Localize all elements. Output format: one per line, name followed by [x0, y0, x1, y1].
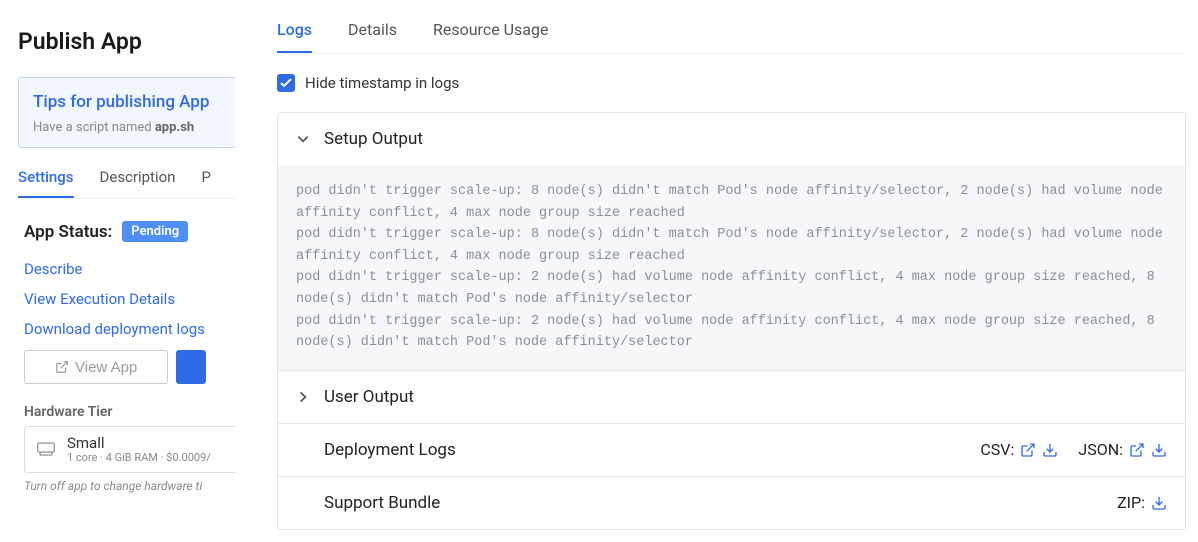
user-output-header[interactable]: User Output — [278, 371, 1185, 423]
section-user-output: User Output — [278, 371, 1185, 424]
tips-title: Tips for publishing App — [33, 92, 223, 112]
support-downloads: ZIP: — [1103, 493, 1167, 512]
support-bundle-title: Support Bundle — [324, 493, 440, 513]
hide-timestamp-row: Hide timestamp in logs — [277, 74, 1186, 92]
logs-panel: Setup Output pod didn't trigger scale-up… — [277, 112, 1186, 530]
zip-label: ZIP: — [1117, 493, 1145, 512]
hardware-tier-box[interactable]: Small 1 core · 4 GiB RAM · $0.0009/ — [24, 426, 235, 473]
check-icon — [280, 78, 292, 88]
sidebar-tabs: Settings Description P — [18, 168, 235, 199]
section-deployment-logs: Deployment Logs CSV: JSON: — [278, 424, 1185, 477]
setup-output-title: Setup Output — [324, 129, 423, 149]
link-download-logs[interactable]: Download deployment logs — [24, 320, 235, 338]
tab-description[interactable]: Description — [100, 168, 176, 198]
hardware-name: Small — [67, 435, 211, 452]
csv-label: CSV: — [980, 440, 1014, 459]
json-label: JSON: — [1078, 440, 1123, 459]
link-describe[interactable]: Describe — [24, 260, 235, 278]
page-title: Publish App — [18, 28, 235, 55]
link-execution-details[interactable]: View Execution Details — [24, 290, 235, 308]
tips-box: Tips for publishing App Have a script na… — [18, 77, 235, 148]
deployment-downloads: CSV: JSON: — [966, 440, 1167, 459]
support-bundle-row: Support Bundle ZIP: — [278, 477, 1185, 529]
external-link-icon — [55, 360, 69, 374]
hardware-tier-label: Hardware Tier — [24, 404, 235, 420]
tab-resource-usage[interactable]: Resource Usage — [433, 20, 548, 53]
chevron-right-icon — [296, 390, 310, 404]
setup-output-log: pod didn't trigger scale-up: 8 node(s) d… — [278, 165, 1185, 370]
chevron-down-icon — [296, 132, 310, 146]
json-download-icon[interactable] — [1151, 442, 1167, 458]
main-content: Logs Details Resource Usage Hide timesta… — [235, 0, 1198, 542]
main-tabs: Logs Details Resource Usage — [277, 20, 1186, 54]
deployment-logs-title: Deployment Logs — [324, 440, 456, 460]
tab-settings[interactable]: Settings — [18, 168, 74, 198]
section-support-bundle: Support Bundle ZIP: — [278, 477, 1185, 529]
deployment-logs-row: Deployment Logs CSV: JSON: — [278, 424, 1185, 476]
hardware-spec: 1 core · 4 GiB RAM · $0.0009/ — [67, 452, 211, 464]
app-status-label: App Status: — [24, 222, 112, 242]
tab-details[interactable]: Details — [348, 20, 397, 53]
hardware-icon — [37, 442, 55, 456]
tab-logs[interactable]: Logs — [277, 20, 312, 53]
setup-output-header[interactable]: Setup Output — [278, 113, 1185, 165]
primary-button-partial[interactable] — [176, 350, 206, 384]
hide-timestamp-label: Hide timestamp in logs — [305, 74, 459, 92]
tips-body: Have a script named app.sh — [33, 120, 223, 135]
sidebar: Publish App Tips for publishing App Have… — [0, 0, 235, 542]
app-status-row: App Status: Pending — [24, 221, 235, 242]
tab-partial[interactable]: P — [201, 168, 210, 198]
csv-download-icon[interactable] — [1042, 442, 1058, 458]
json-open-icon[interactable] — [1129, 442, 1145, 458]
hide-timestamp-checkbox[interactable] — [277, 74, 295, 92]
status-badge: Pending — [122, 221, 188, 242]
view-app-button[interactable]: View App — [24, 350, 168, 384]
user-output-title: User Output — [324, 387, 414, 407]
sidebar-links: Describe View Execution Details Download… — [24, 260, 235, 338]
hardware-note: Turn off app to change hardware ti — [24, 479, 235, 493]
zip-download-icon[interactable] — [1151, 495, 1167, 511]
section-setup-output: Setup Output pod didn't trigger scale-up… — [278, 113, 1185, 371]
button-row: View App — [24, 350, 235, 384]
csv-open-icon[interactable] — [1020, 442, 1036, 458]
